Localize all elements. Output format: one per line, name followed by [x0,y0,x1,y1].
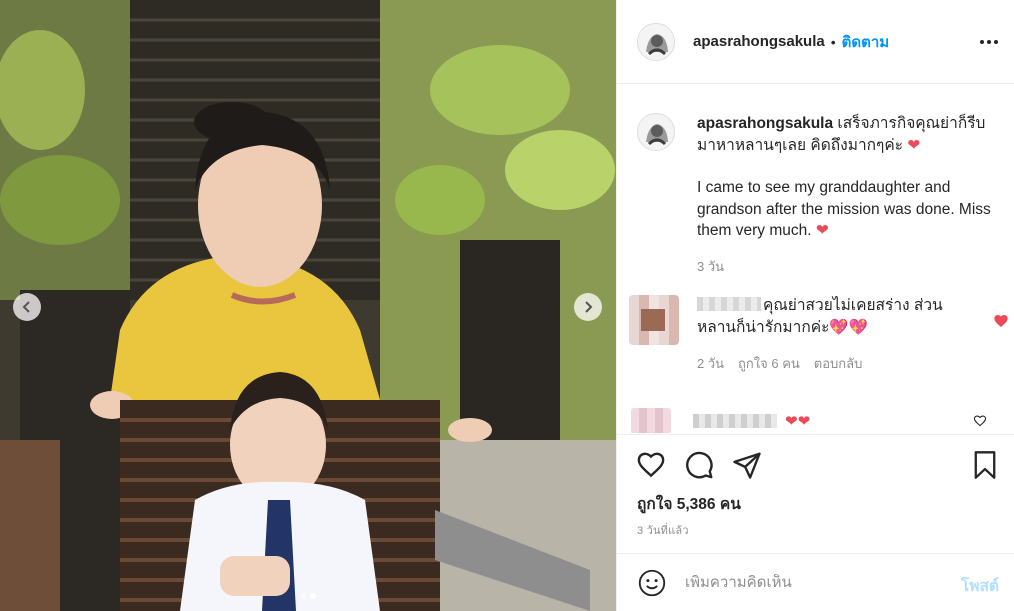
more-horizontal-icon [980,40,984,44]
comment-timestamp[interactable]: 2 วัน [697,353,724,375]
carousel-dot-active [310,593,316,599]
post-comment-button[interactable]: โพสต์ [961,573,999,598]
follow-button[interactable]: ติดตาม [842,30,890,54]
commenter-username-blurred[interactable] [697,297,761,311]
avatar-image [638,114,674,150]
emoji-icon [638,569,666,596]
post-timestamp[interactable]: 3 วันที่แล้ว [637,521,689,539]
caption: apasrahongsakula เสร็จภารกิจคุณย่าก็รีบม… [637,113,997,277]
emoji-button[interactable] [637,568,667,598]
avatar-image [638,23,674,60]
comment-input[interactable] [685,574,945,591]
commenter-username-blurred[interactable] [693,414,777,428]
likes-count[interactable]: ถูกใจ 5,386 คน [637,491,741,516]
comment-like-outline-icon[interactable] [973,414,987,428]
share-icon [733,452,761,479]
heart-emoji: ❤ [815,222,829,239]
caption-text-th: apasrahongsakula เสร็จภารกิจคุณย่าก็รีบม… [697,113,997,156]
caption-avatar[interactable] [637,113,675,151]
comment-text: คุณย่าสวยไม่เคยสร่าง ส่วนหลานก็น่ารักมาก… [697,295,955,339]
caption-text-en: I came to see my granddaughter and grand… [697,177,997,242]
comment-button[interactable] [683,449,715,481]
post-photo[interactable] [0,0,616,611]
heart-outline-icon [637,452,665,478]
share-button[interactable] [731,449,763,481]
comment-icon [686,451,713,479]
post-details-panel: apasrahongsakula • ติดตาม apasrahongsaku… [616,0,1014,611]
post-actions: ถูกใจ 5,386 คน 3 วันที่แล้ว [617,434,1014,552]
sparkling-heart-emoji: 💖💖 [829,319,869,336]
commenter-avatar-blurred[interactable] [631,408,671,433]
comment-likes[interactable]: ถูกใจ 6 คน [738,353,800,375]
author-username[interactable]: apasrahongsakula [693,33,825,50]
caption-english: I came to see my granddaughter and grand… [697,179,991,239]
reply-button[interactable]: ตอบกลับ [814,353,863,375]
comment-composer: โพสต์ [617,553,1014,611]
comment-like-filled-icon[interactable] [993,313,1009,329]
comment-item: ❤❤ [631,408,987,433]
author-avatar[interactable] [637,22,675,61]
more-options-button[interactable] [977,30,1001,54]
comment-message: ❤❤ [785,413,811,430]
save-button[interactable] [969,449,1001,481]
previous-photo-button[interactable] [13,293,41,321]
heart-emoji: ❤ [907,136,921,154]
chevron-left-icon [22,301,30,313]
post-header: apasrahongsakula • ติดตาม [617,0,1014,84]
commenter-avatar-blurred[interactable] [629,295,679,345]
like-button[interactable] [635,449,667,481]
comment-item: คุณย่าสวยไม่เคยสร่าง ส่วนหลานก็น่ารักมาก… [629,295,1009,375]
photo-image [0,0,616,611]
carousel-indicator [0,593,616,599]
carousel-dot [300,593,306,599]
header-separator: • [830,33,836,50]
caption-username[interactable]: apasrahongsakula [697,115,833,132]
chevron-right-icon [585,301,593,313]
next-photo-button[interactable] [574,293,602,321]
comment-meta: 2 วัน ถูกใจ 6 คน ตอบกลับ [697,353,955,375]
comments-list[interactable]: apasrahongsakula เสร็จภารกิจคุณย่าก็รีบม… [617,85,1014,433]
bookmark-icon [974,451,996,479]
caption-timestamp[interactable]: 3 วัน [697,256,997,278]
